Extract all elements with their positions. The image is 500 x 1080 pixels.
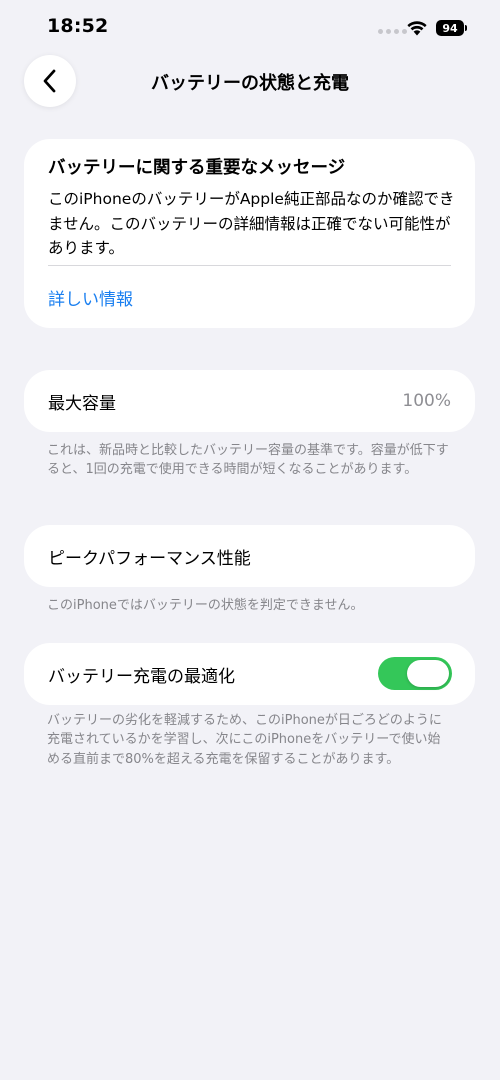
- optimized-charging-row: バッテリー充電の最適化: [24, 643, 475, 705]
- max-capacity-footnote: これは、新品時と比較したバッテリー容量の基準です。容量が低下すると、1回の充電で…: [47, 443, 449, 478]
- message-title: バッテリーに関する重要なメッセージ: [48, 158, 346, 178]
- battery-health-screen: 18:52 94 バッテリーの状態と充電 バッテリーに関する重要なメッセージ こ…: [0, 0, 500, 1080]
- divider: [48, 265, 451, 266]
- optimized-charging-toggle[interactable]: [378, 657, 452, 690]
- max-capacity-label: 最大容量: [48, 393, 116, 414]
- optimized-charging-footnote: バッテリーの劣化を軽減するため、このiPhoneが日ごろどのように充電されている…: [47, 713, 442, 767]
- page-title: バッテリーの状態と充電: [151, 73, 349, 94]
- peak-performance-row[interactable]: ピークパフォーマンス性能: [24, 525, 475, 587]
- battery-message-card: バッテリーに関する重要なメッセージ このiPhoneのバッテリーがApple純正…: [24, 139, 475, 328]
- peak-performance-footnote: このiPhoneではバッテリーの状態を判定できません。: [47, 598, 364, 613]
- toggle-knob: [407, 660, 449, 687]
- peak-performance-label: ピークパフォーマンス性能: [48, 548, 251, 569]
- signal-dots-icon: [378, 29, 407, 34]
- battery-level: 94: [442, 21, 458, 35]
- max-capacity-row: 最大容量 100%: [24, 370, 475, 432]
- battery-tip: [465, 25, 467, 31]
- message-body: このiPhoneのバッテリーがApple純正部品なのか確認できません。このバッテ…: [48, 190, 455, 257]
- learn-more-link[interactable]: 詳しい情報: [48, 285, 133, 310]
- wifi-icon: [407, 21, 427, 36]
- max-capacity-value: 100%: [402, 391, 451, 411]
- status-time: 18:52: [47, 15, 109, 37]
- status-bar: 18:52 94: [0, 0, 500, 56]
- battery-icon: 94: [436, 20, 464, 36]
